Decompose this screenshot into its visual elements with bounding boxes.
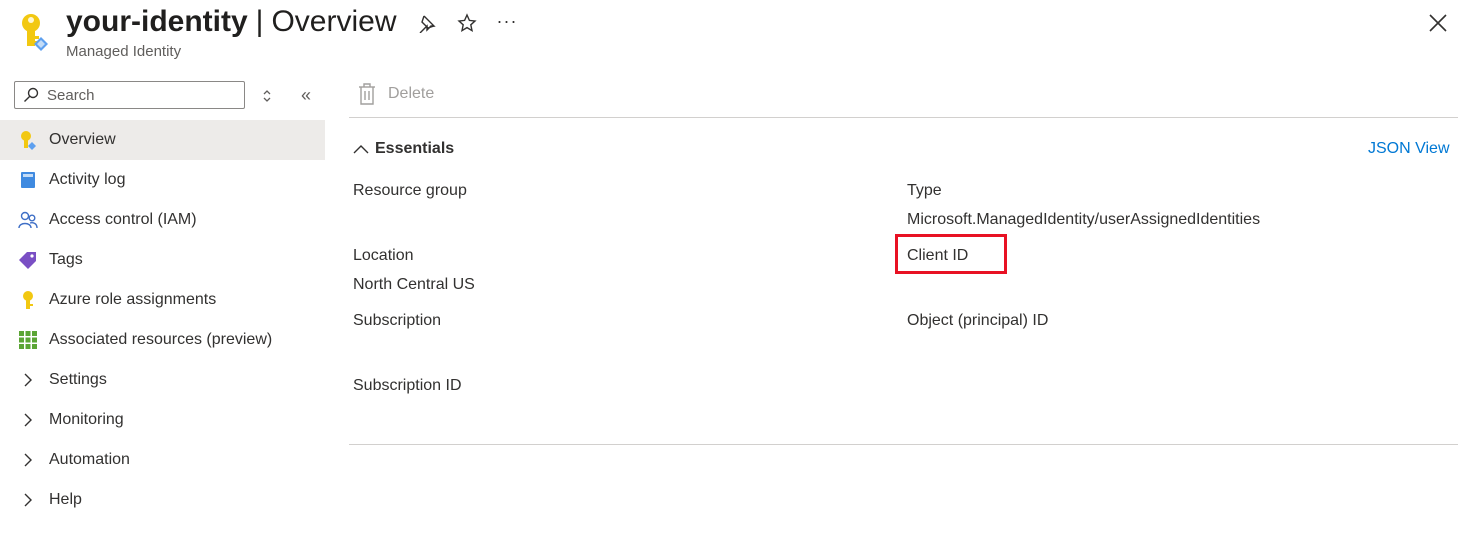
star-icon (457, 13, 477, 33)
people-icon (18, 210, 38, 230)
search-icon (24, 87, 39, 102)
sidebar-item-label: Azure role assignments (49, 291, 217, 308)
sidebar-item-access-control[interactable]: Access control (IAM) (0, 200, 325, 240)
chevron-right-icon (18, 490, 38, 510)
client-id-highlight-box (895, 234, 1007, 274)
sidebar-group-help[interactable]: Help (0, 480, 325, 520)
chevron-up-icon (353, 145, 369, 154)
subscription-label: Subscription (353, 312, 442, 329)
type-label: Type (907, 182, 942, 199)
title-separator: | (255, 5, 264, 38)
sidebar-item-role-assignments[interactable]: Azure role assignments (0, 280, 325, 320)
essentials-title: Essentials (375, 140, 455, 157)
sidebar-item-associated-resources[interactable]: Associated resources (preview) (0, 320, 325, 360)
activity-log-icon (18, 170, 38, 190)
type-value: Microsoft.ManagedIdentity/userAssignedId… (907, 211, 1261, 228)
pin-icon (419, 15, 436, 33)
chevron-right-icon (18, 410, 38, 430)
sidebar-item-label: Monitoring (49, 411, 124, 428)
delete-label: Delete (388, 85, 435, 102)
resource-group-label: Resource group (353, 182, 467, 199)
pin-button[interactable] (414, 10, 440, 36)
tag-icon (18, 250, 38, 270)
up-down-icon (263, 90, 271, 102)
sidebar-item-label: Help (49, 491, 82, 508)
page-title: your-identity | Overview (66, 4, 397, 40)
sidebar-item-label: Tags (49, 251, 83, 268)
close-button[interactable] (1424, 9, 1452, 37)
sidebar-item-activity-log[interactable]: Activity log (0, 160, 325, 200)
sidebar-item-overview[interactable]: Overview (0, 120, 325, 160)
page-name: Overview (271, 5, 397, 38)
essentials-divider (349, 444, 1458, 445)
toolbar-divider (349, 117, 1458, 118)
collapse-sidebar-button[interactable]: « (295, 84, 317, 106)
trash-icon (359, 83, 375, 105)
key-identity-icon (18, 12, 52, 52)
sidebar-group-automation[interactable]: Automation (0, 440, 325, 480)
sidebar-item-tags[interactable]: Tags (0, 240, 325, 280)
grid-icon (18, 330, 38, 350)
sidebar-item-label: Automation (49, 451, 130, 468)
search-input[interactable] (45, 85, 239, 105)
more-icon: ··· (496, 10, 518, 31)
essentials-toggle[interactable]: Essentials (353, 140, 454, 158)
sidebar-item-label: Settings (49, 371, 107, 388)
chevron-right-icon (18, 450, 38, 470)
sidebar-item-label: Activity log (49, 171, 126, 188)
subscription-id-label: Subscription ID (353, 377, 462, 394)
sidebar-item-label: Overview (49, 131, 116, 148)
sidebar-item-label: Access control (IAM) (49, 211, 197, 228)
double-chevron-left-icon: « (300, 84, 311, 105)
location-label: Location (353, 247, 414, 264)
sidebar-nav: Overview Activity log Access control (IA… (0, 120, 325, 520)
key-icon (18, 290, 38, 310)
expand-collapse-toggle[interactable] (257, 85, 277, 107)
location-value: North Central US (353, 276, 475, 293)
more-button[interactable]: ··· (494, 8, 520, 34)
close-icon (1429, 14, 1447, 32)
resource-name: your-identity (66, 5, 248, 38)
chevron-right-icon (18, 370, 38, 390)
sidebar-item-label: Associated resources (preview) (49, 331, 273, 348)
object-id-label: Object (principal) ID (907, 312, 1049, 329)
sidebar-group-settings[interactable]: Settings (0, 360, 325, 400)
sidebar-search[interactable] (14, 81, 245, 109)
key-identity-icon (18, 130, 38, 150)
sidebar-group-monitoring[interactable]: Monitoring (0, 400, 325, 440)
resource-type-subtitle: Managed Identity (66, 43, 182, 60)
favorite-button[interactable] (454, 10, 480, 36)
delete-button[interactable]: Delete (358, 83, 434, 105)
json-view-link[interactable]: JSON View (1368, 140, 1450, 158)
